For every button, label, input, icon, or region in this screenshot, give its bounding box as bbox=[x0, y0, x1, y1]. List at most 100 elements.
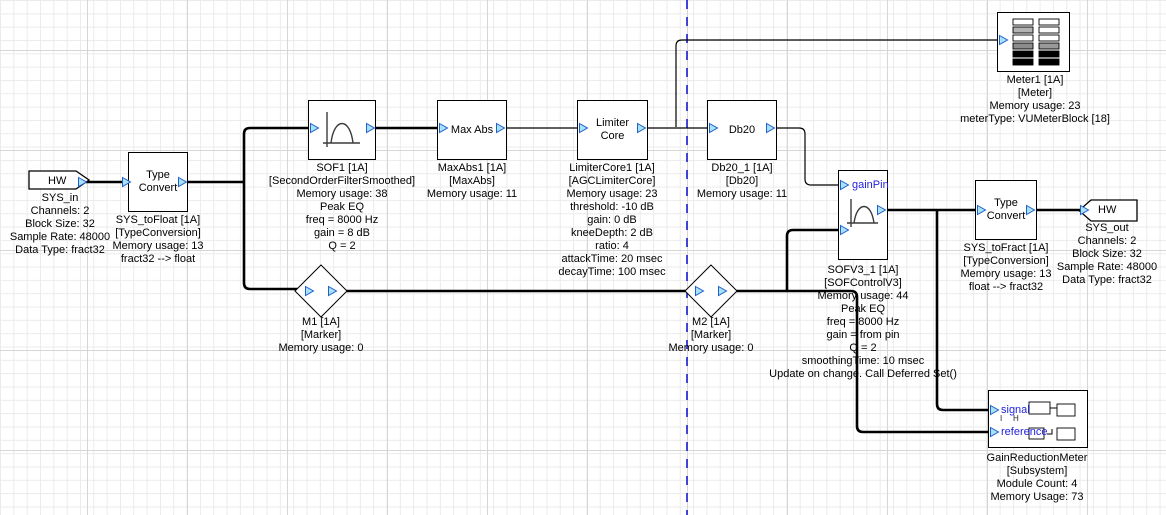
caption-line: Update on change. Call Deferred Set() bbox=[769, 368, 957, 381]
db20-1-caption: Db20_1 [1A][Db20]Memory usage: 11 bbox=[697, 162, 787, 201]
caption-line: SYS_in bbox=[10, 192, 110, 205]
maxabs1-block-label: Max Abs bbox=[451, 124, 493, 137]
limitercore1-output-pin[interactable] bbox=[637, 123, 646, 133]
caption-line: [SecondOrderFilterSmoothed] bbox=[269, 175, 415, 188]
caption-line: Memory usage: 38 bbox=[269, 188, 415, 201]
caption-line: M2 [1A] bbox=[669, 316, 754, 329]
caption-line: Memory usage: 13 bbox=[960, 268, 1051, 281]
caption-line: Peak EQ bbox=[269, 201, 415, 214]
sys-in-hw-label: HW bbox=[48, 176, 66, 187]
sys-tofloat-output-pin[interactable] bbox=[178, 177, 187, 187]
grm-reference-input-pin[interactable] bbox=[990, 427, 999, 437]
caption-line: attackTime: 20 msec bbox=[558, 253, 665, 266]
subsystem-blocks-icon bbox=[989, 391, 1089, 449]
caption-line: [SOFControlV3] bbox=[769, 277, 957, 290]
caption-line: gain = from pin bbox=[769, 329, 957, 342]
grm-signal-input-pin[interactable] bbox=[990, 405, 999, 415]
caption-line: Sample Rate: 48000 bbox=[10, 231, 110, 244]
caption-line: fract32 --> float bbox=[112, 253, 203, 266]
caption-line: [Subsystem] bbox=[987, 465, 1088, 478]
sys-tofract-caption: SYS_toFract [1A][TypeConversion]Memory u… bbox=[960, 242, 1051, 294]
sof1-output-pin[interactable] bbox=[366, 123, 375, 133]
caption-line: gain: 0 dB bbox=[558, 214, 665, 227]
sysout-input-pin[interactable] bbox=[1080, 205, 1089, 215]
sofv3-1-caption: SOFV3_1 [1A][SOFControlV3]Memory usage: … bbox=[769, 264, 957, 381]
db20-1-output-pin[interactable] bbox=[766, 123, 775, 133]
meter1-caption: Meter1 [1A][Meter]Memory usage: 23meterT… bbox=[960, 74, 1110, 126]
sys-out-hw-label: HW bbox=[1098, 205, 1116, 216]
m2-output-pin[interactable] bbox=[718, 286, 727, 296]
caption-line: SOF1 [1A] bbox=[269, 162, 415, 175]
limitercore1-caption: LimiterCore1 [1A][AGCLimiterCore]Memory … bbox=[558, 162, 665, 279]
caption-line: float --> fract32 bbox=[960, 281, 1051, 294]
subsystem-glyph-h: H bbox=[1013, 415, 1019, 423]
sys-tofloat-input-pin[interactable] bbox=[122, 177, 131, 187]
sysin-output-pin[interactable] bbox=[78, 177, 87, 187]
caption-line: Memory usage: 13 bbox=[112, 240, 203, 253]
caption-line: GainReductionMeter bbox=[987, 452, 1088, 465]
reference-pin-label: reference bbox=[1001, 427, 1047, 438]
caption-line: Memory usage: 44 bbox=[769, 290, 957, 303]
limitercore1-input-pin[interactable] bbox=[579, 123, 588, 133]
peak-filter-curve-icon bbox=[320, 107, 364, 153]
sofv3-1-gainpin-input-pin[interactable] bbox=[840, 180, 849, 190]
caption-line: [MaxAbs] bbox=[427, 175, 517, 188]
vu-meter-bars-icon bbox=[1006, 16, 1062, 68]
maxabs1-input-pin[interactable] bbox=[439, 123, 448, 133]
caption-line: Data Type: fract32 bbox=[1057, 274, 1157, 287]
maxabs1-output-pin[interactable] bbox=[496, 123, 505, 133]
m1-output-pin[interactable] bbox=[328, 286, 337, 296]
caption-line: threshold: -10 dB bbox=[558, 201, 665, 214]
db20-1-input-pin[interactable] bbox=[709, 123, 718, 133]
caption-line: meterType: VUMeterBlock [18] bbox=[960, 113, 1110, 126]
module-m1-marker[interactable] bbox=[294, 264, 348, 318]
caption-line: Memory usage: 23 bbox=[558, 188, 665, 201]
caption-line: freq = 8000 Hz bbox=[269, 214, 415, 227]
gainpin-pin-label: gainPin bbox=[852, 180, 889, 191]
caption-line: Memory usage: 11 bbox=[697, 188, 787, 201]
sys-in-caption: SYS_inChannels: 2Block Size: 32Sample Ra… bbox=[10, 192, 110, 257]
caption-line: kneeDepth: 2 dB bbox=[558, 227, 665, 240]
caption-line: ratio: 4 bbox=[558, 240, 665, 253]
limitercore1-block-label: Limiter Core bbox=[589, 117, 637, 143]
caption-line: Channels: 2 bbox=[1057, 235, 1157, 248]
caption-line: [Marker] bbox=[669, 329, 754, 342]
caption-line: decayTime: 100 msec bbox=[558, 266, 665, 279]
m2-caption: M2 [1A][Marker]Memory usage: 0 bbox=[669, 316, 754, 355]
maxabs1-caption: MaxAbs1 [1A][MaxAbs]Memory usage: 11 bbox=[427, 162, 517, 201]
caption-line: freq = 8000 Hz bbox=[769, 316, 957, 329]
sofv3-1-output-pin[interactable] bbox=[877, 205, 886, 215]
caption-line: SYS_toFract [1A] bbox=[960, 242, 1051, 255]
caption-line: Memory usage: 0 bbox=[279, 342, 364, 355]
caption-line: MaxAbs1 [1A] bbox=[427, 162, 517, 175]
caption-line: Memory Usage: 73 bbox=[987, 491, 1088, 504]
sys-tofract-input-pin[interactable] bbox=[977, 205, 986, 215]
caption-line: Db20_1 [1A] bbox=[697, 162, 787, 175]
caption-line: LimiterCore1 [1A] bbox=[558, 162, 665, 175]
module-gain-reduction-meter[interactable] bbox=[988, 390, 1088, 448]
sys-tofract-output-pin[interactable] bbox=[1026, 205, 1035, 215]
m1-input-pin[interactable] bbox=[305, 286, 314, 296]
meter1-input-pin[interactable] bbox=[999, 35, 1008, 45]
caption-line: gain = 8 dB bbox=[269, 227, 415, 240]
sof1-input-pin[interactable] bbox=[310, 123, 319, 133]
sys-out-caption: SYS_outChannels: 2Block Size: 32Sample R… bbox=[1057, 222, 1157, 287]
caption-line: Block Size: 32 bbox=[1057, 248, 1157, 261]
caption-line: SYS_toFloat [1A] bbox=[112, 214, 203, 227]
caption-line: Sample Rate: 48000 bbox=[1057, 261, 1157, 274]
caption-line: [Meter] bbox=[960, 87, 1110, 100]
m2-input-pin[interactable] bbox=[695, 286, 704, 296]
sys-tofloat-caption: SYS_toFloat [1A][TypeConversion]Memory u… bbox=[112, 214, 203, 266]
sofv3-1-audio-input-pin[interactable] bbox=[840, 225, 849, 235]
caption-line: SYS_out bbox=[1057, 222, 1157, 235]
schematic-canvas[interactable]: HW SYS_inChannels: 2Block Size: 32Sample… bbox=[0, 0, 1166, 515]
caption-line: Meter1 [1A] bbox=[960, 74, 1110, 87]
caption-line: Module Count: 4 bbox=[987, 478, 1088, 491]
caption-line: Peak EQ bbox=[769, 303, 957, 316]
module-m2-marker[interactable] bbox=[684, 264, 738, 318]
sof1-caption: SOF1 [1A][SecondOrderFilterSmoothed]Memo… bbox=[269, 162, 415, 253]
m1-caption: M1 [1A][Marker]Memory usage: 0 bbox=[279, 316, 364, 355]
caption-line: Block Size: 32 bbox=[10, 218, 110, 231]
caption-line: [Marker] bbox=[279, 329, 364, 342]
caption-line: Data Type: fract32 bbox=[10, 244, 110, 257]
